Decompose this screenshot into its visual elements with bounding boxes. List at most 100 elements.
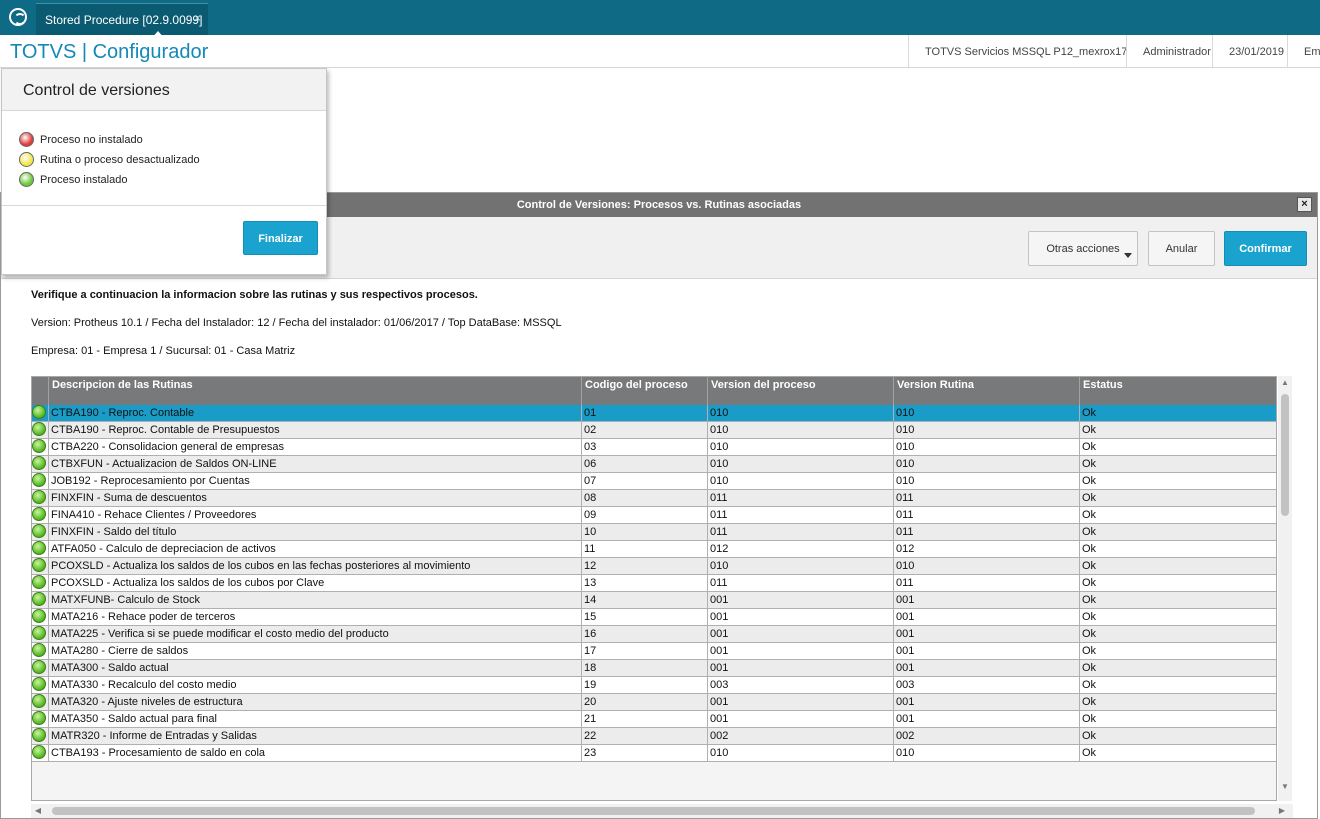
header-status[interactable]: Estatus — [1079, 377, 1276, 405]
green-status-icon — [32, 422, 46, 436]
scroll-up-icon[interactable]: ▲ — [1278, 376, 1292, 390]
table-row[interactable]: FINXFIN - Saldo del título 10 011 011 Ok — [32, 524, 1276, 541]
green-status-icon — [32, 456, 46, 470]
tab-stored-procedure[interactable]: Stored Procedure [02.9.0099] × — [36, 3, 208, 39]
cell-description: MATA300 - Saldo actual — [48, 660, 581, 677]
header-process-version[interactable]: Version del proceso — [707, 377, 893, 405]
cell-process-code: 11 — [581, 541, 707, 558]
app-header: TOTVS | Configurador TOTVS Servicios MSS… — [0, 35, 1320, 68]
cell-process-version: 002 — [707, 728, 893, 745]
cell-process-code: 12 — [581, 558, 707, 575]
cell-routine-version: 001 — [893, 592, 1079, 609]
table-row[interactable]: MATA350 - Saldo actual para final 21 001 00… — [32, 711, 1276, 728]
table-row[interactable]: ATFA050 - Calculo de depreciacion de act… — [32, 541, 1276, 558]
cell-process-version: 011 — [707, 524, 893, 541]
scroll-down-icon[interactable]: ▼ — [1278, 780, 1292, 794]
scroll-left-icon[interactable]: ◀ — [31, 804, 45, 818]
cell-routine-version: 011 — [893, 524, 1079, 541]
horizontal-scroll-thumb[interactable] — [52, 807, 1255, 815]
green-status-icon — [32, 626, 46, 640]
cell-routine-version: 001 — [893, 643, 1079, 660]
tab-close-icon[interactable]: × — [194, 11, 201, 25]
table-row[interactable]: PCOXSLD - Actualiza los saldos de los cu… — [32, 558, 1276, 575]
vertical-scrollbar[interactable]: ▲ ▼ — [1278, 376, 1292, 801]
cell-process-version: 010 — [707, 439, 893, 456]
cell-description: PCOXSLD - Actualiza los saldos de los cu… — [48, 575, 581, 592]
green-status-icon — [32, 524, 46, 538]
table-row[interactable]: CTBA193 - Procesamiento de saldo en cola… — [32, 745, 1276, 762]
table-row[interactable]: JOB192 - Reprocesamiento por Cuentas 07 01… — [32, 473, 1276, 490]
cell-process-code: 07 — [581, 473, 707, 490]
cell-description: MATA320 - Ajuste niveles de estructura — [48, 694, 581, 711]
table-row[interactable]: FINA410 - Rehace Clientes / Proveedores 0… — [32, 507, 1276, 524]
dialog-close-icon[interactable]: × — [1297, 197, 1312, 212]
version-control-dialog: Control de Versiones: Procesos vs. Rutin… — [0, 192, 1318, 819]
cell-description: MATA225 - Verifica si se puede modificar… — [48, 626, 581, 643]
scroll-right-icon[interactable]: ▶ — [1275, 804, 1289, 818]
header-description[interactable]: Descripcion de las Rutinas — [48, 377, 581, 405]
cell-process-version: 010 — [707, 422, 893, 439]
cell-status: Ok — [1079, 507, 1276, 524]
cell-routine-version: 010 — [893, 456, 1079, 473]
cell-process-code: 14 — [581, 592, 707, 609]
cell-process-code: 21 — [581, 711, 707, 728]
cell-status: Ok — [1079, 558, 1276, 575]
cell-process-code: 17 — [581, 643, 707, 660]
brand-title: TOTVS | Configurador — [10, 41, 209, 63]
confirm-button[interactable]: Confirmar — [1224, 231, 1307, 266]
table-row[interactable]: MATA216 - Rehace poder de terceros 15 001 0… — [32, 609, 1276, 626]
cell-process-code: 16 — [581, 626, 707, 643]
cell-process-version: 010 — [707, 456, 893, 473]
table-row[interactable]: MATA320 - Ajuste niveles de estructura 20… — [32, 694, 1276, 711]
cell-process-code: 15 — [581, 609, 707, 626]
cell-status: Ok — [1079, 456, 1276, 473]
tab-bar: Stored Procedure [02.9.0099] × — [0, 0, 1320, 39]
cell-description: MATA330 - Recalculo del costo medio — [48, 677, 581, 694]
version-line: Version: Protheus 10.1 / Fecha del Insta… — [31, 317, 562, 329]
table-row[interactable]: MATA330 - Recalculo del costo medio 19 003… — [32, 677, 1276, 694]
cell-status: Ok — [1079, 745, 1276, 762]
totvs-logo-icon[interactable] — [9, 8, 27, 26]
cell-process-version: 011 — [707, 490, 893, 507]
other-actions-button[interactable]: Otras acciones — [1028, 231, 1138, 266]
popup-footer: Finalizar — [2, 206, 326, 274]
table-row[interactable]: PCOXSLD - Actualiza los saldos de los cu… — [32, 575, 1276, 592]
vertical-scroll-thumb[interactable] — [1281, 394, 1289, 516]
popup-title: Control de versiones — [2, 69, 326, 111]
cell-process-version: 001 — [707, 643, 893, 660]
green-status-icon — [32, 745, 46, 759]
green-status-icon — [32, 728, 46, 742]
company-line: Empresa: 01 - Empresa 1 / Sucursal: 01 -… — [31, 345, 296, 357]
green-status-icon — [32, 609, 46, 623]
green-status-icon — [32, 711, 46, 725]
cell-process-code: 20 — [581, 694, 707, 711]
table-row[interactable]: CTBXFUN - Actualizacion de Saldos ON-LIN… — [32, 456, 1276, 473]
table-row[interactable]: MATA300 - Saldo actual 18 001 001 Ok — [32, 660, 1276, 677]
table-row[interactable]: MATA280 - Cierre de saldos 17 001 001 Ok — [32, 643, 1276, 660]
cell-status: Ok — [1079, 643, 1276, 660]
table-row[interactable]: FINXFIN - Suma de descuentos 08 011 011 Ok — [32, 490, 1276, 507]
cell-routine-version: 010 — [893, 405, 1079, 422]
table-row[interactable]: CTBA190 - Reproc. Contable de Presupuest… — [32, 422, 1276, 439]
cell-process-version: 001 — [707, 609, 893, 626]
table-row[interactable]: CTBA220 - Consolidacion general de empre… — [32, 439, 1276, 456]
cell-routine-version: 010 — [893, 558, 1079, 575]
table-row[interactable]: MATA225 - Verifica si se puede modificar… — [32, 626, 1276, 643]
cell-routine-version: 010 — [893, 745, 1079, 762]
cell-routine-version: 011 — [893, 575, 1079, 592]
green-status-icon — [32, 405, 46, 419]
header-process-code[interactable]: Codigo del proceso — [581, 377, 707, 405]
company-info: Emp — [1287, 35, 1320, 68]
horizontal-scrollbar[interactable]: ◀ ▶ — [31, 804, 1293, 818]
table-row[interactable]: MATXFUNB- Calculo de Stock 14 001 001 Ok — [32, 592, 1276, 609]
cell-status: Ok — [1079, 439, 1276, 456]
table-row[interactable]: MATR320 - Informe de Entradas y Salidas 2… — [32, 728, 1276, 745]
cancel-button[interactable]: Anular — [1148, 231, 1215, 266]
cell-description: CTBA193 - Procesamiento de saldo en cola — [48, 745, 581, 762]
routines-table: Descripcion de las Rutinas Codigo del pr… — [31, 376, 1277, 801]
finish-button[interactable]: Finalizar — [243, 221, 318, 255]
cell-process-code: 03 — [581, 439, 707, 456]
cell-process-version: 011 — [707, 507, 893, 524]
header-routine-version[interactable]: Version Rutina — [893, 377, 1079, 405]
table-row[interactable]: CTBA190 - Reproc. Contable 01 010 010 Ok — [32, 405, 1276, 422]
